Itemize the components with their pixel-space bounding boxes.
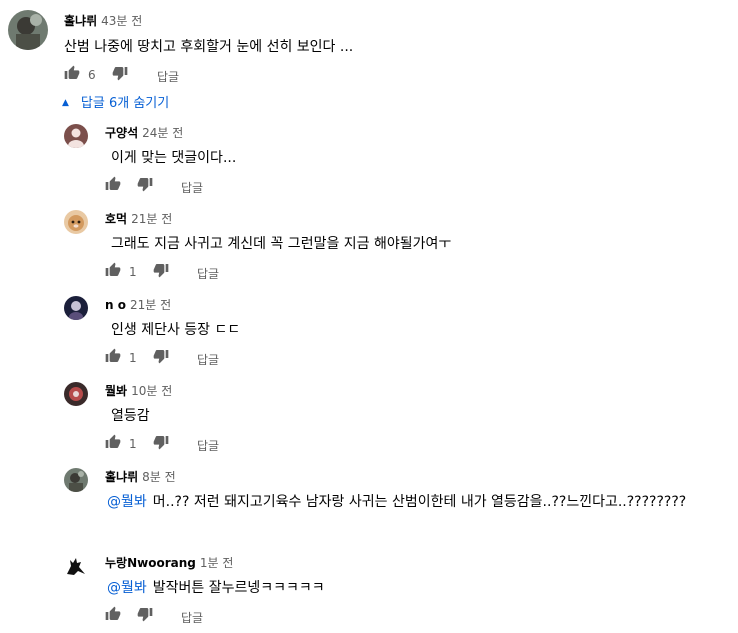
dislike-icon[interactable] — [137, 176, 153, 195]
comment-time[interactable]: 24분 전 — [142, 126, 183, 140]
author-name[interactable]: 구양석 — [105, 126, 138, 140]
reply-comment: 누랑Nwoorang 1분 전 @뭘봐 발작버튼 잘누르넹ㅋㅋㅋㅋㅋ 답글 — [0, 548, 738, 633]
top-comment: 홀냐뤼 43분 전 산범 나중에 땅치고 후회할거 눈에 선히 보인다 ... 6… — [0, 0, 738, 92]
reply-button[interactable]: 답글 — [181, 609, 203, 626]
comment-actions: 1 답글 — [105, 434, 405, 454]
mention-link[interactable]: @뭘봐 — [107, 494, 147, 510]
reply-button[interactable]: 답글 — [197, 265, 219, 282]
reply-comment: 홀냐뤼 8분 전 @뭘봐 머..?? 저런 돼지고기육수 남자랑 사귀는 산범이한테… — [0, 462, 738, 542]
like-icon[interactable] — [105, 434, 121, 453]
comment-author[interactable]: 홀냐뤼 8분 전 — [105, 468, 176, 485]
dislike-icon[interactable] — [153, 262, 169, 281]
comment-actions: 답글 — [105, 606, 405, 626]
hide-replies-label: 답글 6개 숨기기 — [80, 96, 170, 111]
reply-comment: 호먹 21분 전 그래도 지금 사귀고 계신데 꼭 그런말을 지금 해야될가여ㅜ … — [0, 204, 738, 284]
comment-time[interactable]: 1분 전 — [200, 556, 234, 570]
comment-author[interactable]: 뭘봐 10분 전 — [105, 382, 172, 399]
comment-actions: 답글 — [105, 176, 405, 196]
comment-author[interactable]: 구양석 24분 전 — [105, 124, 183, 141]
chevron-up-icon: ▲ — [62, 98, 69, 108]
like-count: 1 — [129, 437, 137, 451]
like-icon[interactable] — [105, 348, 121, 367]
like-icon[interactable] — [105, 176, 121, 195]
comment-body: 발작버튼 잘누르넹ㅋㅋㅋㅋㅋ — [152, 580, 325, 596]
avatar[interactable] — [64, 468, 88, 492]
avatar[interactable] — [64, 554, 88, 578]
comment-time[interactable]: 10분 전 — [131, 384, 172, 398]
comment-body: 이게 맞는 댓글이다... — [111, 150, 237, 166]
like-count: 1 — [129, 265, 137, 279]
reply-button[interactable]: 답글 — [181, 179, 203, 196]
comment-text: 그래도 지금 사귀고 계신데 꼭 그런말을 지금 해야될가여ㅜ — [105, 233, 451, 253]
comment-time[interactable]: 43분 전 — [101, 14, 142, 28]
comment-body: 열등감 — [111, 408, 150, 424]
author-name[interactable]: 홀냐뤼 — [64, 14, 97, 28]
avatar[interactable] — [64, 210, 88, 234]
comment-time[interactable]: 21분 전 — [131, 212, 172, 226]
like-icon[interactable] — [105, 606, 121, 625]
author-name[interactable]: 뭘봐 — [105, 384, 127, 398]
dislike-icon[interactable] — [153, 434, 169, 453]
comment-body: 그래도 지금 사귀고 계신데 꼭 그런말을 지금 해야될가여ㅜ — [111, 236, 452, 252]
comment-text: 이게 맞는 댓글이다... — [105, 147, 236, 167]
author-name[interactable]: 누랑Nwoorang — [105, 556, 196, 570]
author-name[interactable]: 홀냐뤼 — [105, 470, 138, 484]
dislike-icon[interactable] — [137, 606, 153, 625]
reply-comment: n o 21분 전 인생 제단사 등장 ㄷㄷ 1 답글 — [0, 290, 738, 370]
comment-text: @뭘봐 발작버튼 잘누르넹ㅋㅋㅋㅋㅋ — [107, 577, 325, 597]
dislike-icon[interactable] — [153, 348, 169, 367]
comment-actions: 1 답글 — [105, 262, 405, 282]
comment-actions: 6 답글 — [64, 65, 364, 85]
comment-body: 인생 제단사 등장 ㄷㄷ — [111, 322, 241, 338]
reply-button[interactable]: 답글 — [197, 351, 219, 368]
comment-time[interactable]: 8분 전 — [142, 470, 176, 484]
reply-comment: 구양석 24분 전 이게 맞는 댓글이다... 답글 — [0, 118, 738, 198]
avatar[interactable] — [64, 296, 88, 320]
comment-text: @뭘봐 머..?? 저런 돼지고기육수 남자랑 사귀는 산범이한테 내가 열등감을… — [107, 491, 686, 511]
like-icon[interactable] — [64, 65, 80, 84]
avatar[interactable] — [64, 382, 88, 406]
reply-comment: 뭘봐 10분 전 열등감 1 답글 — [0, 376, 738, 456]
avatar[interactable] — [8, 10, 48, 50]
avatar[interactable] — [64, 124, 88, 148]
comment-author[interactable]: n o 21분 전 — [105, 296, 171, 313]
like-icon[interactable] — [105, 262, 121, 281]
comment-body: 머..?? 저런 돼지고기육수 남자랑 사귀는 산범이한테 내가 열등감을..?… — [152, 494, 687, 510]
author-name[interactable]: n o — [105, 298, 126, 312]
comment-author[interactable]: 누랑Nwoorang 1분 전 — [105, 554, 233, 571]
comment-text: 열등감 — [105, 405, 150, 425]
comment-actions: 1 답글 — [105, 348, 405, 368]
dislike-icon[interactable] — [112, 65, 128, 84]
reply-button[interactable]: 답글 — [157, 68, 179, 85]
comment-text: 인생 제단사 등장 ㄷㄷ — [105, 319, 240, 339]
reply-button[interactable]: 답글 — [197, 437, 219, 454]
like-count: 1 — [129, 351, 137, 365]
comment-author[interactable]: 호먹 21분 전 — [105, 210, 172, 227]
mention-link[interactable]: @뭘봐 — [107, 580, 147, 596]
comment-text: 산범 나중에 땅치고 후회할거 눈에 선히 보인다 ... — [64, 39, 354, 55]
hide-replies-button[interactable]: ▲ 답글 6개 숨기기 — [62, 92, 169, 111]
like-count: 6 — [88, 68, 96, 82]
author-name[interactable]: 호먹 — [105, 212, 127, 226]
comment-time[interactable]: 21분 전 — [130, 298, 171, 312]
comment-author[interactable]: 홀냐뤼 43분 전 — [64, 12, 142, 29]
